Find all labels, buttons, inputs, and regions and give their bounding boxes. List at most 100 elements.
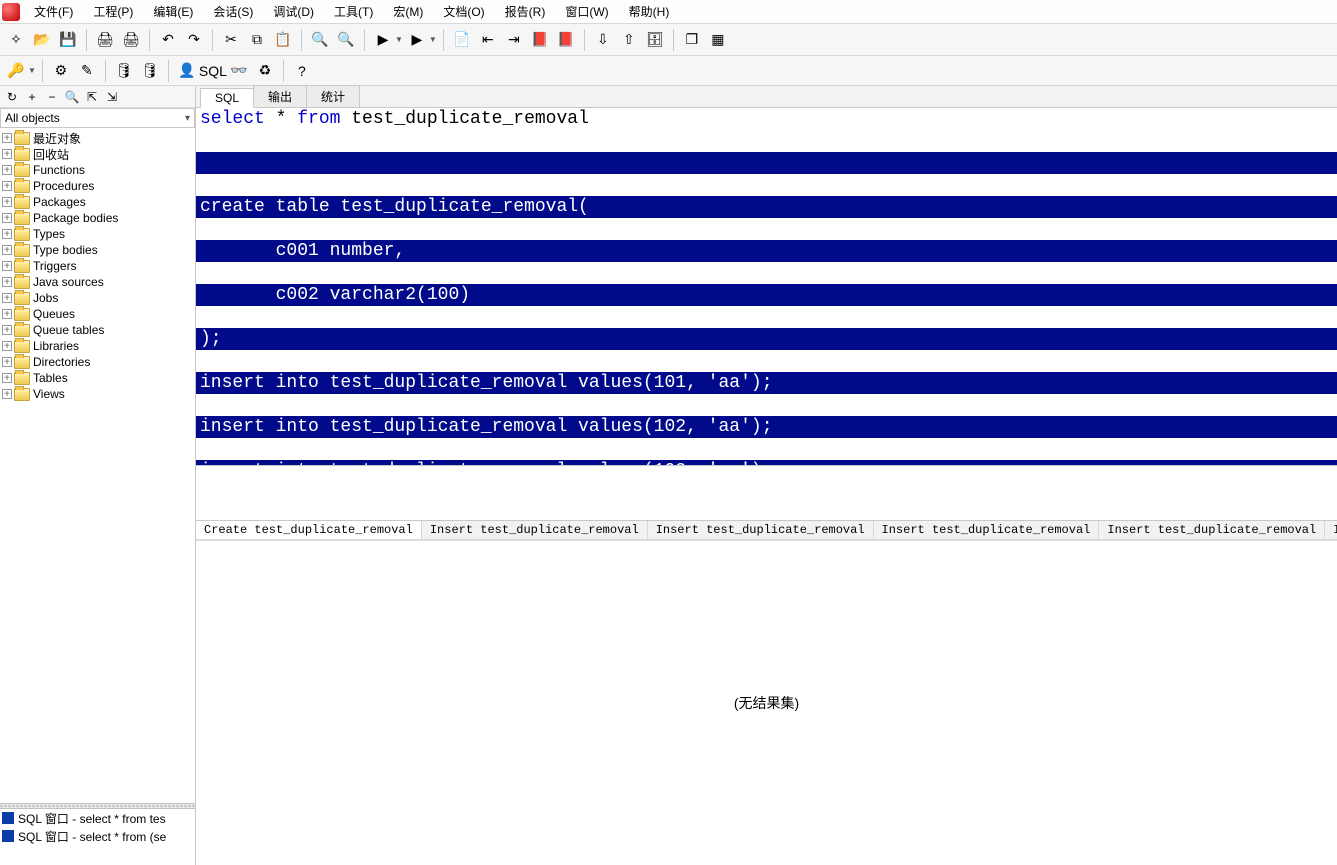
- tree-item[interactable]: +Queues: [0, 306, 195, 322]
- tree-item[interactable]: +Libraries: [0, 338, 195, 354]
- dropdown-arrow-icon[interactable]: ▼: [395, 35, 403, 44]
- sidebar-tool-button[interactable]: ⇲: [104, 89, 120, 105]
- tree-item[interactable]: +Tables: [0, 370, 195, 386]
- open-icon[interactable]: 📂: [30, 28, 54, 52]
- editor-tab[interactable]: SQL: [200, 88, 254, 108]
- tree-item[interactable]: +Queue tables: [0, 322, 195, 338]
- menu-item[interactable]: 工程(P): [83, 3, 143, 21]
- sidebar-tool-button[interactable]: ⇱: [84, 89, 100, 105]
- explain-icon[interactable]: 📄: [450, 28, 474, 52]
- tree-item[interactable]: +回收站: [0, 146, 195, 162]
- book-red-icon[interactable]: 📕: [528, 28, 552, 52]
- tree-item[interactable]: +Package bodies: [0, 210, 195, 226]
- object-tree-scroll[interactable]: +最近对象+回收站+Functions+Procedures+Packages+…: [0, 128, 195, 803]
- find-replace-icon[interactable]: 🔍: [334, 28, 358, 52]
- expand-icon[interactable]: +: [2, 245, 12, 255]
- expand-icon[interactable]: +: [2, 261, 12, 271]
- expand-icon[interactable]: +: [2, 357, 12, 367]
- menu-item[interactable]: 文档(O): [433, 3, 494, 21]
- object-filter-dropdown[interactable]: All objects: [0, 108, 195, 128]
- paste-icon[interactable]: 📋: [271, 28, 295, 52]
- sidebar-tool-button[interactable]: −: [44, 89, 60, 105]
- outdent-icon[interactable]: ⇥: [502, 28, 526, 52]
- copy-icon[interactable]: ⧉: [245, 28, 269, 52]
- tree-item[interactable]: +Java sources: [0, 274, 195, 290]
- gear-icon[interactable]: ⚙: [49, 59, 73, 83]
- tree-item[interactable]: +Triggers: [0, 258, 195, 274]
- binoculars-icon[interactable]: 👓: [227, 59, 251, 83]
- sidebar-tool-button[interactable]: +: [24, 89, 40, 105]
- menu-item[interactable]: 文件(F): [24, 3, 83, 21]
- wand-icon[interactable]: ✎: [75, 59, 99, 83]
- expand-icon[interactable]: +: [2, 277, 12, 287]
- tree-item[interactable]: +Types: [0, 226, 195, 242]
- tree-item[interactable]: +Views: [0, 386, 195, 402]
- menu-item[interactable]: 会话(S): [203, 3, 263, 21]
- expand-icon[interactable]: +: [2, 165, 12, 175]
- print-preview-icon[interactable]: 🖨: [119, 28, 143, 52]
- expand-icon[interactable]: +: [2, 133, 12, 143]
- find-icon[interactable]: 🔍: [308, 28, 332, 52]
- window-list-item[interactable]: SQL 窗口 - select * from (se: [0, 827, 195, 845]
- tree-item[interactable]: +Jobs: [0, 290, 195, 306]
- refresh-icon[interactable]: ♻: [253, 59, 277, 83]
- book-x-icon[interactable]: 📕: [554, 28, 578, 52]
- help-icon[interactable]: ?: [290, 59, 314, 83]
- expand-icon[interactable]: +: [2, 309, 12, 319]
- result-tab[interactable]: Insert test_duplicate_removal: [874, 521, 1100, 539]
- execute-icon[interactable]: ▶: [371, 28, 395, 52]
- tree-item[interactable]: +最近对象: [0, 130, 195, 146]
- result-tab[interactable]: Create test_duplicate_removal: [196, 521, 422, 539]
- expand-icon[interactable]: +: [2, 149, 12, 159]
- tree-item[interactable]: +Packages: [0, 194, 195, 210]
- editor-tab[interactable]: 输出: [253, 85, 307, 107]
- sidebar-tool-button[interactable]: ↻: [4, 89, 20, 105]
- expand-icon[interactable]: +: [2, 213, 12, 223]
- dropdown-arrow-icon[interactable]: ▼: [429, 35, 437, 44]
- menu-item[interactable]: 帮助(H): [619, 3, 680, 21]
- window-list-item[interactable]: SQL 窗口 - select * from tes: [0, 809, 195, 827]
- new-icon[interactable]: ✧: [4, 28, 28, 52]
- cyl1-icon[interactable]: 🛢: [112, 59, 136, 83]
- tree-item[interactable]: +Type bodies: [0, 242, 195, 258]
- key-icon[interactable]: 🔑: [4, 59, 28, 83]
- tree-item[interactable]: +Functions: [0, 162, 195, 178]
- print-icon[interactable]: 🖨: [93, 28, 117, 52]
- expand-icon[interactable]: +: [2, 229, 12, 239]
- commit-icon[interactable]: ⇩: [591, 28, 615, 52]
- sql-icon[interactable]: SQL: [201, 59, 225, 83]
- menu-item[interactable]: 窗口(W): [555, 3, 618, 21]
- menu-item[interactable]: 编辑(E): [143, 3, 203, 21]
- redo-icon[interactable]: ↷: [182, 28, 206, 52]
- expand-icon[interactable]: +: [2, 293, 12, 303]
- expand-icon[interactable]: +: [2, 341, 12, 351]
- expand-icon[interactable]: +: [2, 197, 12, 207]
- grid-icon[interactable]: ▦: [706, 28, 730, 52]
- step-icon[interactable]: ▶: [405, 28, 429, 52]
- result-tab[interactable]: Insert test_duplicate_removal: [648, 521, 874, 539]
- dropdown-arrow-icon[interactable]: ▼: [28, 66, 36, 75]
- editor-tab[interactable]: 统计: [306, 85, 360, 107]
- rollback-icon[interactable]: ⇧: [617, 28, 641, 52]
- menu-item[interactable]: 工具(T): [324, 3, 383, 21]
- user-icon[interactable]: 👤: [175, 59, 199, 83]
- expand-icon[interactable]: +: [2, 389, 12, 399]
- save-icon[interactable]: 💾: [56, 28, 80, 52]
- menu-item[interactable]: 调试(D): [263, 3, 324, 21]
- sidebar-tool-button[interactable]: 🔍: [64, 89, 80, 105]
- db-icon[interactable]: 🗄: [643, 28, 667, 52]
- menu-item[interactable]: 报告(R): [495, 3, 556, 21]
- windows-icon[interactable]: ❐: [680, 28, 704, 52]
- expand-icon[interactable]: +: [2, 325, 12, 335]
- cut-icon[interactable]: ✂: [219, 28, 243, 52]
- indent-icon[interactable]: ⇤: [476, 28, 500, 52]
- sql-editor[interactable]: select * from test_duplicate_removal cre…: [196, 108, 1337, 466]
- tree-item[interactable]: +Directories: [0, 354, 195, 370]
- cyl2-icon[interactable]: 🛢: [138, 59, 162, 83]
- tree-item[interactable]: +Procedures: [0, 178, 195, 194]
- result-tab[interactable]: Insert test_duplicate_removal: [422, 521, 648, 539]
- undo-icon[interactable]: ↶: [156, 28, 180, 52]
- expand-icon[interactable]: +: [2, 181, 12, 191]
- menu-item[interactable]: 宏(M): [383, 3, 433, 21]
- result-tab[interactable]: Insert test_duplicate_removal: [1325, 521, 1337, 539]
